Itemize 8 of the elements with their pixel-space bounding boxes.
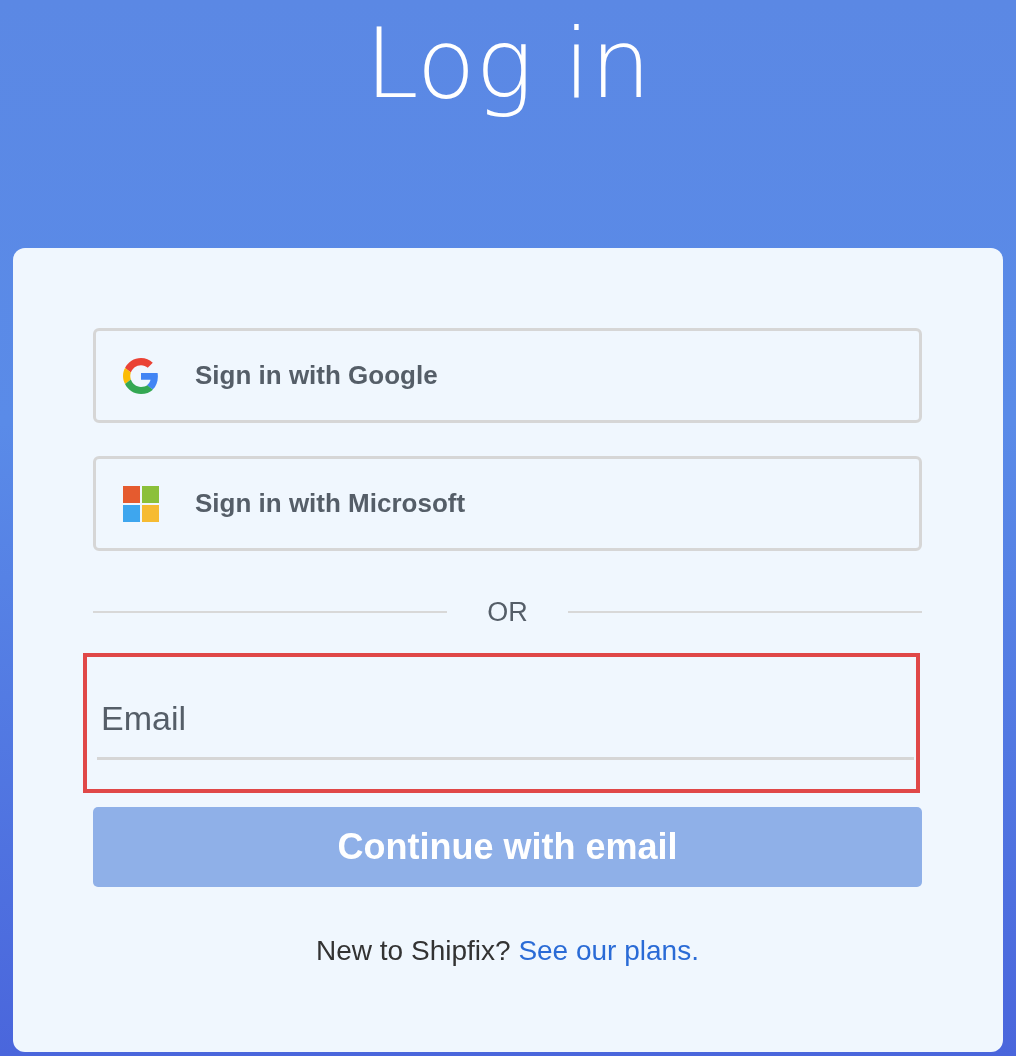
signup-prompt: New to Shipfix? See our plans. — [315, 935, 700, 967]
plans-link[interactable]: See our plans. — [518, 935, 699, 966]
g-logo-icon — [123, 357, 159, 394]
microsoft-sign-in-button[interactable]: Sign in with Microsoft — [93, 456, 922, 551]
windows-logo-icon — [123, 485, 159, 522]
google-sign-in-button[interactable]: Sign in with Google — [93, 328, 922, 423]
divider-label: OR — [486, 596, 529, 628]
email-field[interactable]: Email — [83, 653, 920, 793]
